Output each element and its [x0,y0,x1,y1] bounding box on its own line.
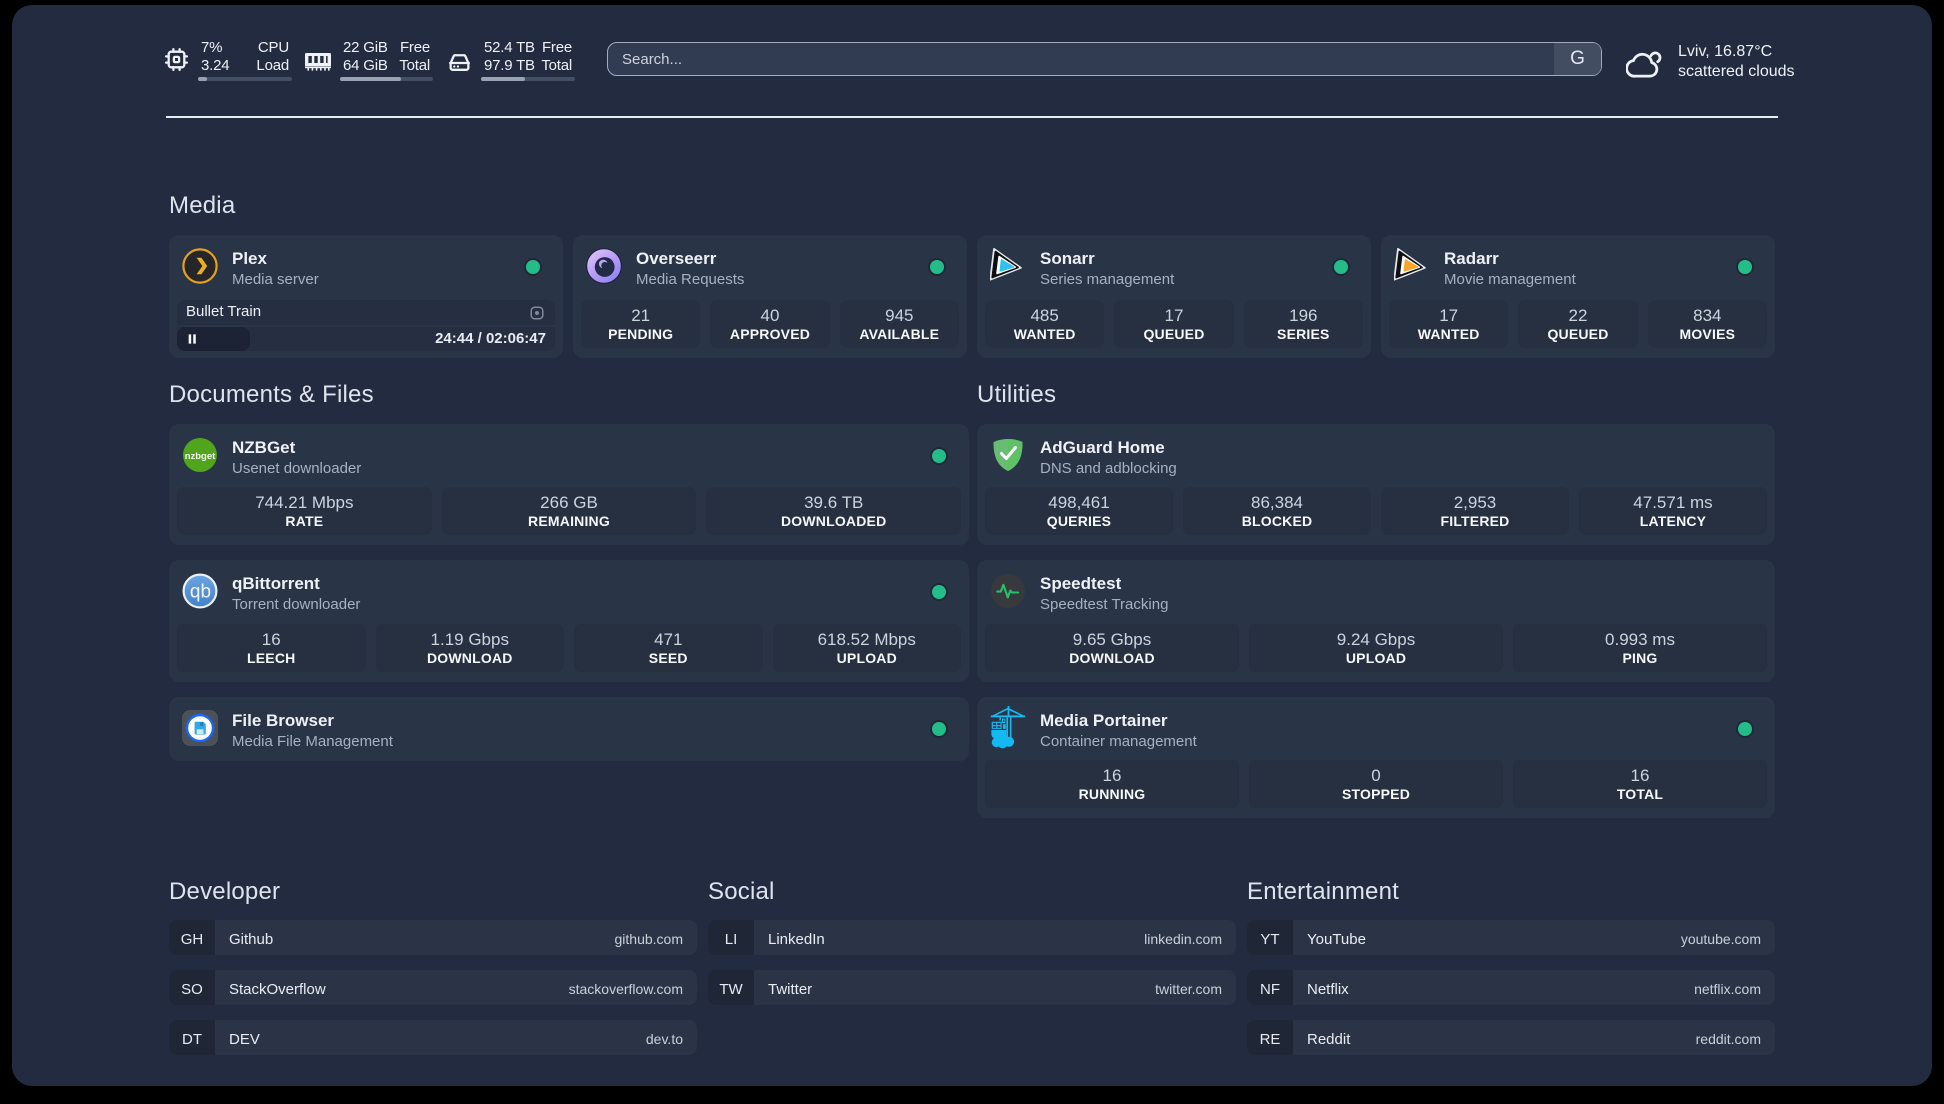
svg-text:nzbget: nzbget [185,451,216,462]
svg-text:qb: qb [190,582,211,603]
